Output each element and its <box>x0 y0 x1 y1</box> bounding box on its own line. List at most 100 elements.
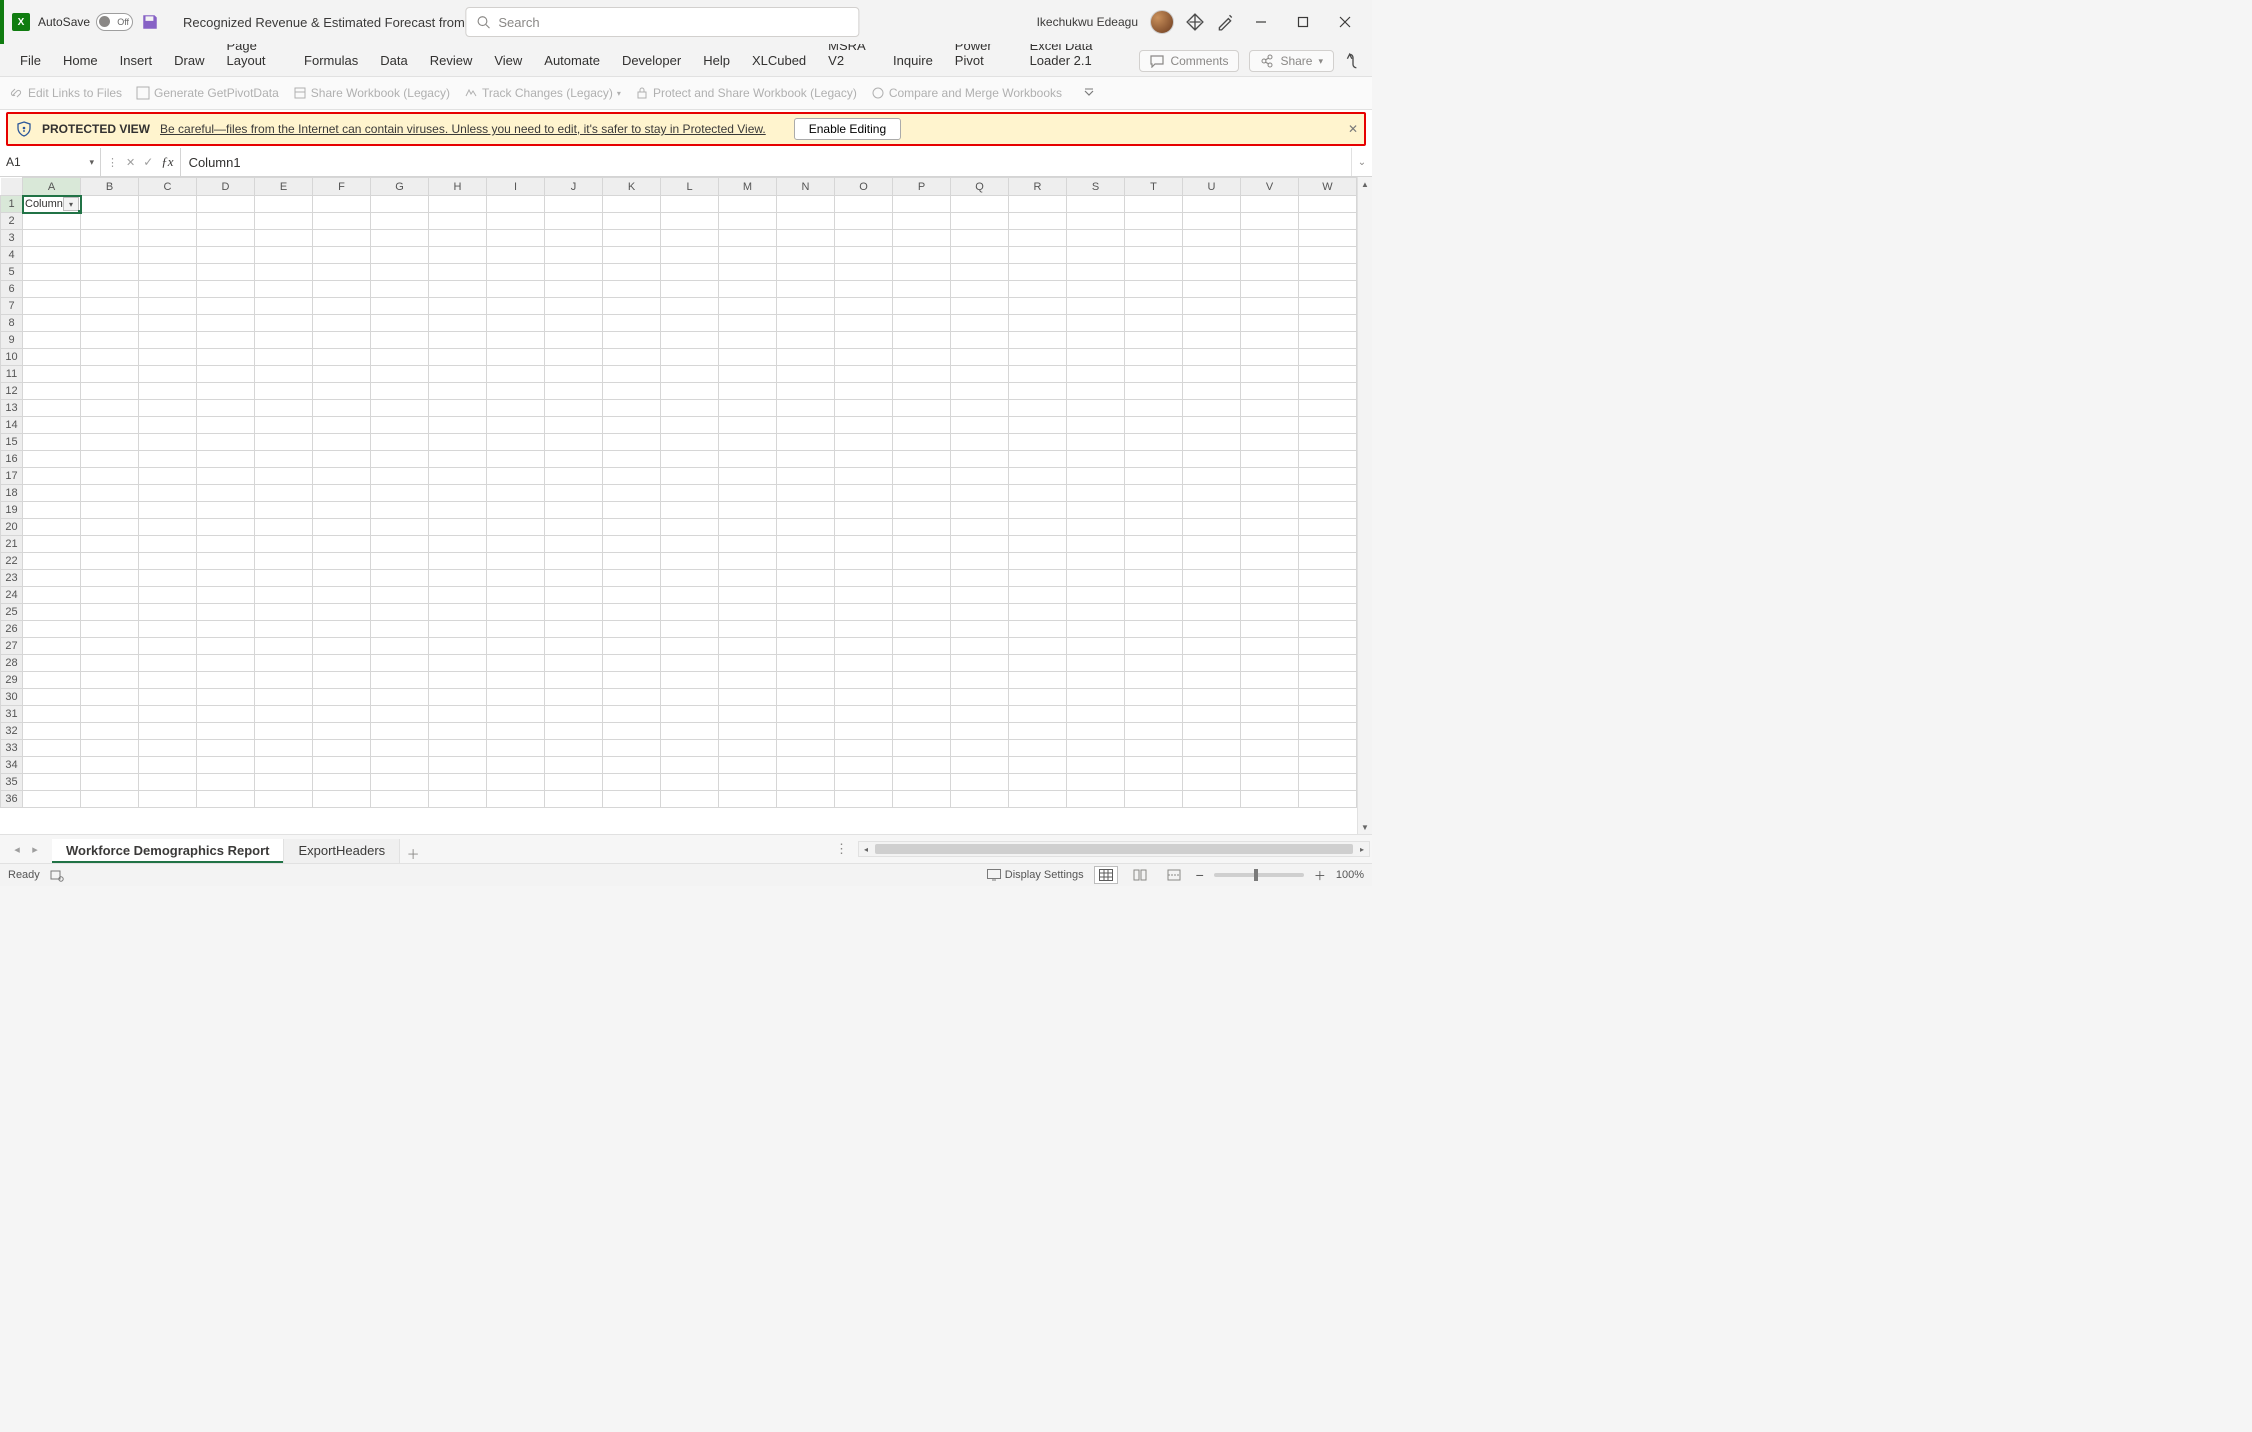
cell-A35[interactable] <box>23 774 81 791</box>
cell-B25[interactable] <box>81 604 139 621</box>
cell-L8[interactable] <box>661 315 719 332</box>
zoom-slider[interactable] <box>1214 873 1304 877</box>
cell-G28[interactable] <box>371 655 429 672</box>
cell-G6[interactable] <box>371 281 429 298</box>
cell-I34[interactable] <box>487 757 545 774</box>
cell-O20[interactable] <box>835 519 893 536</box>
cell-I7[interactable] <box>487 298 545 315</box>
cell-P33[interactable] <box>893 740 951 757</box>
cell-I13[interactable] <box>487 400 545 417</box>
cell-K19[interactable] <box>603 502 661 519</box>
cell-N8[interactable] <box>777 315 835 332</box>
cell-J23[interactable] <box>545 570 603 587</box>
cell-A7[interactable] <box>23 298 81 315</box>
cell-G19[interactable] <box>371 502 429 519</box>
cell-L18[interactable] <box>661 485 719 502</box>
cell-W1[interactable] <box>1299 196 1357 213</box>
cell-P14[interactable] <box>893 417 951 434</box>
col-header-J[interactable]: J <box>545 178 603 196</box>
cell-U36[interactable] <box>1183 791 1241 808</box>
cell-H28[interactable] <box>429 655 487 672</box>
cell-V17[interactable] <box>1241 468 1299 485</box>
cell-T4[interactable] <box>1125 247 1183 264</box>
cell-D30[interactable] <box>197 689 255 706</box>
view-page-break-icon[interactable] <box>1162 866 1186 884</box>
cell-I16[interactable] <box>487 451 545 468</box>
cell-M34[interactable] <box>719 757 777 774</box>
cell-L31[interactable] <box>661 706 719 723</box>
cell-N28[interactable] <box>777 655 835 672</box>
search-input[interactable]: Search <box>465 7 859 37</box>
cell-Q15[interactable] <box>951 434 1009 451</box>
cell-F27[interactable] <box>313 638 371 655</box>
cell-C16[interactable] <box>139 451 197 468</box>
cell-M13[interactable] <box>719 400 777 417</box>
cell-R8[interactable] <box>1009 315 1067 332</box>
cell-B11[interactable] <box>81 366 139 383</box>
cell-M20[interactable] <box>719 519 777 536</box>
row-header-28[interactable]: 28 <box>1 655 23 672</box>
cell-F2[interactable] <box>313 213 371 230</box>
cell-U15[interactable] <box>1183 434 1241 451</box>
row-header-2[interactable]: 2 <box>1 213 23 230</box>
cell-O1[interactable] <box>835 196 893 213</box>
cell-C2[interactable] <box>139 213 197 230</box>
cell-F11[interactable] <box>313 366 371 383</box>
cell-V35[interactable] <box>1241 774 1299 791</box>
cell-U33[interactable] <box>1183 740 1241 757</box>
cell-N3[interactable] <box>777 230 835 247</box>
cell-J19[interactable] <box>545 502 603 519</box>
cell-S5[interactable] <box>1067 264 1125 281</box>
cell-H10[interactable] <box>429 349 487 366</box>
cell-G23[interactable] <box>371 570 429 587</box>
cell-Q12[interactable] <box>951 383 1009 400</box>
cell-K26[interactable] <box>603 621 661 638</box>
cell-F28[interactable] <box>313 655 371 672</box>
cell-V25[interactable] <box>1241 604 1299 621</box>
cell-P4[interactable] <box>893 247 951 264</box>
cell-V16[interactable] <box>1241 451 1299 468</box>
cell-V24[interactable] <box>1241 587 1299 604</box>
cell-J6[interactable] <box>545 281 603 298</box>
cell-T1[interactable] <box>1125 196 1183 213</box>
cell-E3[interactable] <box>255 230 313 247</box>
cell-T23[interactable] <box>1125 570 1183 587</box>
cell-U9[interactable] <box>1183 332 1241 349</box>
cell-S16[interactable] <box>1067 451 1125 468</box>
name-box[interactable]: A1 ▾ <box>0 148 101 176</box>
cell-E10[interactable] <box>255 349 313 366</box>
cell-U28[interactable] <box>1183 655 1241 672</box>
cell-A5[interactable] <box>23 264 81 281</box>
cell-C35[interactable] <box>139 774 197 791</box>
cell-T29[interactable] <box>1125 672 1183 689</box>
cell-T28[interactable] <box>1125 655 1183 672</box>
cell-Q25[interactable] <box>951 604 1009 621</box>
cell-O12[interactable] <box>835 383 893 400</box>
cell-O10[interactable] <box>835 349 893 366</box>
cell-J17[interactable] <box>545 468 603 485</box>
cell-H23[interactable] <box>429 570 487 587</box>
cell-E15[interactable] <box>255 434 313 451</box>
cell-J15[interactable] <box>545 434 603 451</box>
cell-I19[interactable] <box>487 502 545 519</box>
cell-K9[interactable] <box>603 332 661 349</box>
cell-M32[interactable] <box>719 723 777 740</box>
cell-U30[interactable] <box>1183 689 1241 706</box>
close-button[interactable] <box>1330 7 1360 37</box>
cell-V36[interactable] <box>1241 791 1299 808</box>
cell-C36[interactable] <box>139 791 197 808</box>
cell-T11[interactable] <box>1125 366 1183 383</box>
cell-W22[interactable] <box>1299 553 1357 570</box>
cell-T20[interactable] <box>1125 519 1183 536</box>
cell-N34[interactable] <box>777 757 835 774</box>
close-icon[interactable]: ✕ <box>1348 122 1358 136</box>
cell-D19[interactable] <box>197 502 255 519</box>
cell-U10[interactable] <box>1183 349 1241 366</box>
cell-H24[interactable] <box>429 587 487 604</box>
cell-A22[interactable] <box>23 553 81 570</box>
cell-A12[interactable] <box>23 383 81 400</box>
cell-S7[interactable] <box>1067 298 1125 315</box>
cell-J12[interactable] <box>545 383 603 400</box>
cell-A14[interactable] <box>23 417 81 434</box>
cell-G2[interactable] <box>371 213 429 230</box>
